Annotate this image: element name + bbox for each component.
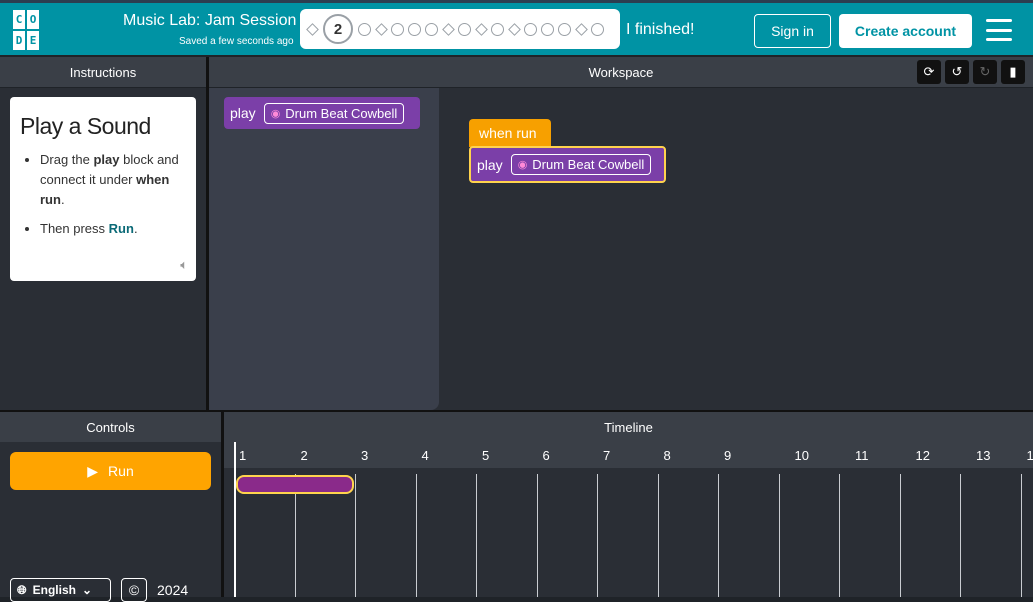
saved-status: Saved a few seconds ago [179,36,294,47]
level-dot[interactable] [524,23,537,36]
play-icon: ▶ [87,463,98,480]
playhead[interactable] [234,442,236,597]
measure-line [355,474,356,597]
level-diamond[interactable] [442,23,455,36]
level-diamond[interactable] [375,23,388,36]
logo-letter [41,31,53,50]
book-icon[interactable]: ▮ [1001,60,1025,84]
logo-letter: D [13,31,25,50]
block-label: play [230,105,256,121]
measure-line [960,474,961,597]
measure-label: 6 [543,448,550,463]
measure-label: 11 [855,448,869,463]
level-dot[interactable] [541,23,554,36]
level-diamond[interactable] [575,23,588,36]
when-run-block[interactable]: when run [469,119,551,147]
current-level[interactable]: 2 [323,14,353,44]
level-progress: 2 [300,9,620,49]
chevron-down-icon: ⌄ [82,583,92,597]
level-dot[interactable] [558,23,571,36]
globe-icon: 🌐︎ [17,583,27,598]
logo-letter: E [27,31,39,50]
code-logo[interactable]: C O D E [13,10,53,50]
run-label: Run [108,463,134,479]
level-diamond[interactable] [475,23,488,36]
level-dot[interactable] [408,23,421,36]
measure-line [597,474,598,597]
measure-label: 12 [916,448,930,463]
timeline-ruler[interactable] [224,442,1033,468]
measure-line [839,474,840,597]
block-label: play [477,157,503,173]
language-select[interactable]: 🌐︎ English ⌄ [10,578,111,602]
measure-line [658,474,659,597]
instruction-step: Then press Run. [40,219,186,239]
measure-label: 4 [422,448,429,463]
measure-label: 7 [603,448,610,463]
measure-label: 13 [976,448,990,463]
logo-letter: C [13,10,25,29]
measure-label: 1 [239,448,246,463]
drum-icon: ◉ [518,158,528,171]
level-dot[interactable] [391,23,404,36]
create-account-button[interactable]: Create account [839,14,972,48]
measure-line [900,474,901,597]
toolbox-play-block[interactable]: play ◉Drum Beat Cowbell [224,97,420,129]
level-dot[interactable] [425,23,438,36]
panel-divider [221,412,224,597]
measure-line [537,474,538,597]
drum-icon: ◉ [271,107,281,120]
level-diamond[interactable] [508,23,521,36]
instruction-step: Drag the play block and connect it under… [40,150,186,210]
measure-label: 5 [482,448,489,463]
speaker-icon[interactable]: 🔈︎ [180,257,188,273]
measure-line [779,474,780,597]
level-diamond[interactable] [306,23,319,36]
measure-label: 3 [361,448,368,463]
sign-in-button[interactable]: Sign in [754,14,831,48]
hamburger-menu-icon[interactable] [986,19,1012,41]
language-value: English [33,583,76,597]
level-dot[interactable] [458,23,471,36]
instructions-header: Instructions [0,57,206,87]
timeline-header: Timeline [224,412,1033,442]
measure-line [1021,474,1022,597]
logo-letter [41,10,53,29]
instruction-title: Play a Sound [20,113,186,140]
block-toolbox[interactable] [209,88,439,410]
copyright-year: 2024 [157,582,188,598]
refresh-icon[interactable]: ⟳ [917,60,941,84]
measure-label: 1 [1027,448,1033,463]
lab-title: Music Lab: Jam Session [123,12,296,30]
measure-label: 8 [664,448,671,463]
copyright-icon[interactable]: © [121,578,147,602]
panel-divider [206,57,209,410]
timeline-sound-event[interactable] [236,475,354,494]
run-button[interactable]: ▶ Run [10,452,211,490]
instruction-steps: Drag the play block and connect it under… [20,150,186,239]
level-dot[interactable] [358,23,371,36]
measure-line [476,474,477,597]
panel-divider [0,410,1033,412]
measure-label: 10 [795,448,809,463]
measure-line [718,474,719,597]
level-dot[interactable] [591,23,604,36]
redo-icon[interactable]: ↻ [973,60,997,84]
measure-label: 9 [724,448,731,463]
measure-line [416,474,417,597]
sound-dropdown[interactable]: ◉Drum Beat Cowbell [511,154,652,175]
instruction-card: Play a Sound Drag the play block and con… [10,97,196,281]
top-header: C O D E Music Lab: Jam Session Saved a f… [0,0,1033,55]
undo-icon[interactable]: ↺ [945,60,969,84]
controls-header: Controls [0,412,221,442]
level-dot[interactable] [491,23,504,36]
workspace-header: Workspace [209,57,1033,87]
logo-letter: O [27,10,39,29]
finished-link[interactable]: I finished! [626,21,694,39]
placed-play-block[interactable]: play ◉Drum Beat Cowbell [469,146,666,183]
sound-dropdown[interactable]: ◉Drum Beat Cowbell [264,103,405,124]
measure-label: 2 [301,448,308,463]
